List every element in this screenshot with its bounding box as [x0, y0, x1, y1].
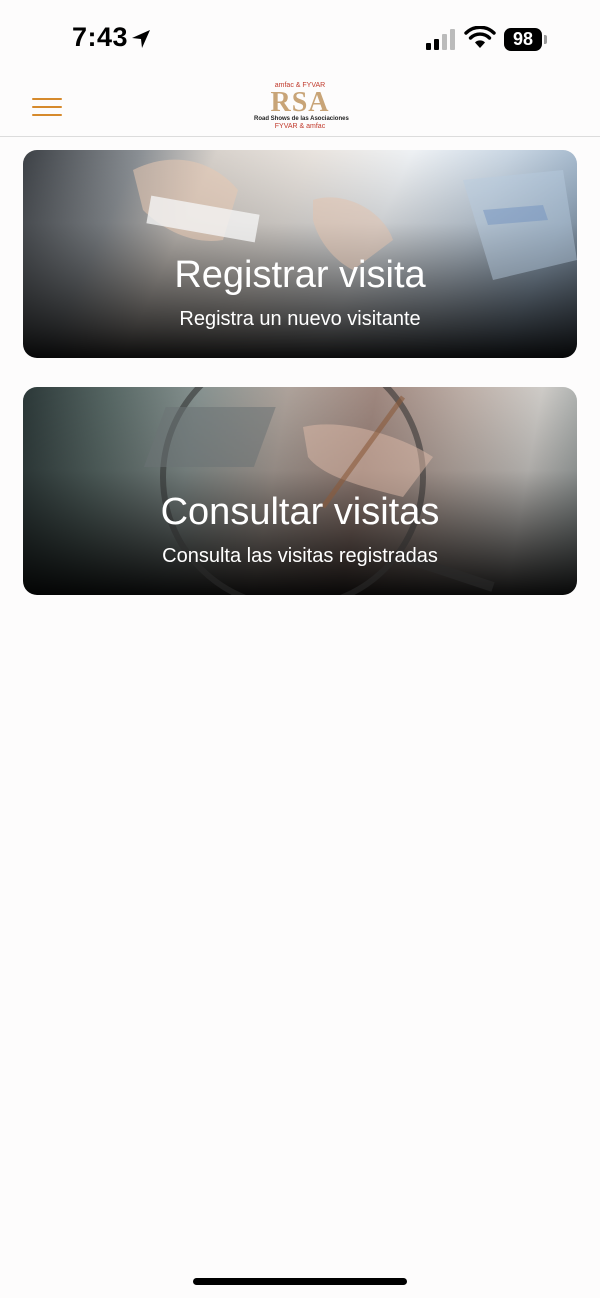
rsa-logo: amfac & FYVAR RSA Road Shows de las Asoc… [254, 82, 349, 132]
status-time: 7:43 [72, 22, 129, 52]
status-bar: 7:43 98 [0, 0, 600, 80]
register-visit-title: Registrar visita [174, 254, 426, 296]
hamburger-icon-line [32, 106, 62, 108]
battery-indicator: 98 [504, 28, 542, 51]
consult-visits-subtitle: Consulta las visitas registradas [162, 545, 438, 567]
location-arrow-icon [132, 30, 150, 48]
wifi-icon [464, 26, 496, 48]
logo-main-text: RSA [270, 87, 330, 118]
cellular-signal-icon [426, 29, 455, 50]
logo-subtitle: Road Shows de las Asociaciones [254, 116, 349, 122]
menu-button[interactable] [30, 94, 64, 122]
register-visit-card[interactable]: Registrar visita Registra un nuevo visit… [23, 150, 577, 358]
consult-visits-title: Consultar visitas [160, 491, 440, 533]
consult-visits-card[interactable]: Consultar visitas Consulta las visitas r… [23, 387, 577, 595]
register-visit-subtitle: Registra un nuevo visitante [179, 308, 421, 330]
hamburger-icon-line [32, 98, 62, 100]
hamburger-icon-line [32, 114, 62, 116]
battery-tip [544, 35, 547, 44]
logo-bottom-text: FYVAR & amfac [274, 123, 326, 130]
home-indicator[interactable] [193, 1278, 407, 1285]
app-header: amfac & FYVAR RSA Road Shows de las Asoc… [0, 80, 600, 137]
